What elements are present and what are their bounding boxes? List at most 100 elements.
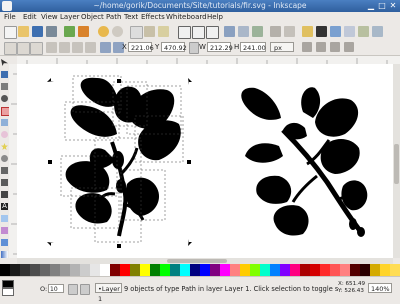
node-tool-icon[interactable]	[1, 71, 8, 78]
palette-swatch[interactable]	[190, 264, 201, 276]
palette-swatch[interactable]	[160, 264, 171, 276]
transform-gradients-icon[interactable]	[330, 42, 340, 52]
palette-swatch[interactable]	[220, 264, 231, 276]
menu-layer[interactable]: Layer	[60, 13, 80, 21]
ungroup-icon[interactable]	[284, 26, 295, 37]
palette-swatch[interactable]	[380, 264, 391, 276]
selected-branch-artwork[interactable]	[65, 77, 181, 237]
xml-editor-icon[interactable]	[330, 26, 341, 37]
horizontal-scroll-thumb[interactable]	[167, 259, 227, 263]
color-palette[interactable]	[0, 264, 400, 276]
palette-swatch[interactable]	[330, 264, 341, 276]
rotate-ccw-icon[interactable]	[46, 42, 57, 53]
stroke-indicator[interactable]	[2, 288, 14, 296]
print-icon[interactable]	[46, 26, 57, 37]
select-all-layers-icon[interactable]	[17, 42, 30, 55]
zoom-tool-icon[interactable]	[1, 95, 8, 102]
zoom-drawing-icon[interactable]	[192, 26, 205, 39]
cut-icon[interactable]	[144, 26, 155, 37]
clone-icon[interactable]	[238, 26, 249, 37]
palette-swatch[interactable]	[40, 264, 51, 276]
zoom-page-icon[interactable]	[206, 26, 219, 39]
menu-object[interactable]: Object	[81, 13, 104, 21]
palette-swatch[interactable]	[260, 264, 271, 276]
scale-corners-icon[interactable]	[316, 42, 326, 52]
menu-text[interactable]: Text	[124, 13, 138, 21]
visibility-eye-icon[interactable]	[68, 284, 78, 295]
zoom-selection-icon[interactable]	[178, 26, 191, 39]
maximize-icon[interactable]: □	[377, 1, 387, 11]
import-icon[interactable]	[64, 26, 75, 37]
raise-to-top-icon[interactable]	[100, 42, 111, 53]
menu-path[interactable]: Path	[106, 13, 121, 21]
vertical-scrollbar[interactable]	[393, 64, 400, 258]
palette-swatch[interactable]	[290, 264, 301, 276]
palette-swatch[interactable]	[240, 264, 251, 276]
text-tool-icon[interactable]: A	[1, 203, 8, 210]
menu-effects[interactable]: Effects	[141, 13, 165, 21]
x-field[interactable]: 221.06	[128, 42, 154, 52]
gradient-tool-icon[interactable]	[1, 251, 8, 258]
rotate-cw-icon[interactable]	[59, 42, 70, 53]
palette-swatch[interactable]	[280, 264, 291, 276]
palette-swatch[interactable]	[390, 264, 400, 276]
palette-swatch[interactable]	[270, 264, 281, 276]
select-all-icon[interactable]	[4, 42, 17, 55]
palette-swatch[interactable]	[70, 264, 81, 276]
menu-view[interactable]: View	[41, 13, 58, 21]
flip-horizontal-icon[interactable]	[72, 42, 83, 53]
eraser-tool-icon[interactable]	[1, 227, 8, 234]
spiral-tool-icon[interactable]	[1, 155, 8, 162]
palette-swatch[interactable]	[60, 264, 71, 276]
unlink-clone-icon[interactable]	[252, 26, 263, 37]
open-folder-icon[interactable]	[18, 26, 29, 37]
selector-tool-icon[interactable]	[1, 59, 8, 66]
palette-swatch[interactable]	[110, 264, 121, 276]
palette-swatch[interactable]	[250, 264, 261, 276]
paste-icon[interactable]	[158, 26, 169, 37]
palette-swatch[interactable]	[310, 264, 321, 276]
ellipse-tool-icon[interactable]	[1, 131, 8, 138]
pen-tool-icon[interactable]	[1, 179, 8, 186]
palette-swatch[interactable]	[30, 264, 41, 276]
fill-stroke-icon[interactable]	[302, 26, 313, 37]
palette-swatch[interactable]	[370, 264, 381, 276]
palette-swatch[interactable]	[100, 264, 111, 276]
scale-stroke-icon[interactable]	[302, 42, 312, 52]
transform-patterns-icon[interactable]	[344, 42, 354, 52]
duplicate-icon[interactable]	[224, 26, 235, 37]
palette-swatch[interactable]	[0, 264, 11, 276]
palette-swatch[interactable]	[10, 264, 21, 276]
palette-swatch[interactable]	[210, 264, 221, 276]
tweak-tool-icon[interactable]	[1, 83, 8, 90]
save-icon[interactable]	[32, 26, 43, 37]
3d-box-tool-icon[interactable]	[1, 119, 8, 126]
palette-swatch[interactable]	[140, 264, 151, 276]
paint-bucket-tool-icon[interactable]	[1, 239, 8, 246]
layer-selector[interactable]: •Layer 1	[95, 283, 122, 303]
zoom-field[interactable]: 140%	[368, 283, 392, 293]
group-icon[interactable]	[270, 26, 281, 37]
palette-swatch[interactable]	[350, 264, 361, 276]
palette-swatch[interactable]	[130, 264, 141, 276]
lock-icon[interactable]	[80, 284, 90, 295]
undo-icon[interactable]	[98, 26, 109, 37]
palette-swatch[interactable]	[320, 264, 331, 276]
spray-tool-icon[interactable]	[1, 215, 8, 222]
pencil-tool-icon[interactable]	[1, 167, 8, 174]
palette-swatch[interactable]	[180, 264, 191, 276]
palette-swatch[interactable]	[300, 264, 311, 276]
opacity-field[interactable]: 10	[48, 284, 64, 293]
palette-swatch[interactable]	[150, 264, 161, 276]
deselect-icon[interactable]	[30, 42, 43, 55]
palette-swatch[interactable]	[120, 264, 131, 276]
unit-select[interactable]: px	[270, 42, 294, 52]
menu-whiteboard[interactable]: Whiteboard	[166, 13, 207, 21]
drawing-canvas[interactable]	[17, 64, 393, 258]
minimize-icon[interactable]: ▁	[366, 1, 376, 11]
close-icon[interactable]: ✕	[388, 1, 398, 11]
menu-edit[interactable]: Edit	[23, 13, 37, 21]
w-field[interactable]: 212.29	[207, 42, 233, 52]
new-document-icon[interactable]	[4, 26, 17, 39]
palette-swatch[interactable]	[340, 264, 351, 276]
